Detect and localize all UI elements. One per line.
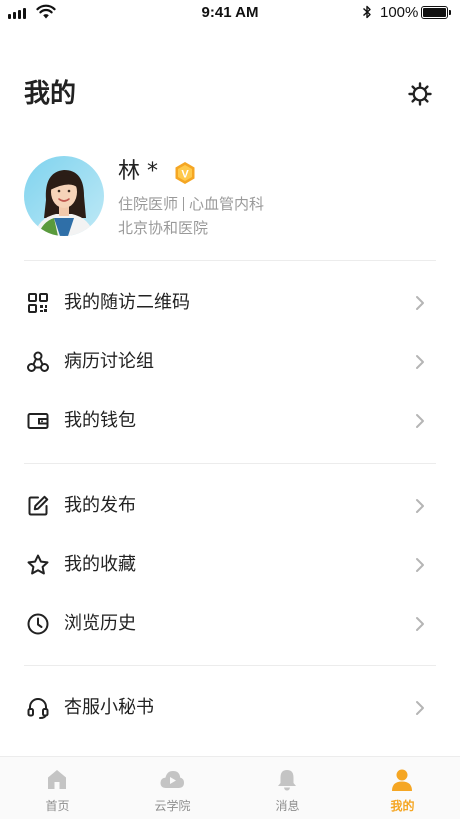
menu-item-label: 浏览历史 [64, 613, 136, 634]
page-title: 我的 [24, 79, 77, 109]
cloud-play-icon [160, 771, 184, 788]
menu-item-label: 病历讨论组 [64, 351, 154, 372]
tab-home[interactable]: 首页 [0, 757, 115, 819]
headset-icon [27, 698, 49, 719]
menu-item-label: 我的随访二维码 [64, 292, 190, 313]
qr-code-icon [28, 293, 48, 313]
gear-icon [408, 82, 432, 106]
bell-icon [278, 770, 296, 791]
tab-label: 云学院 [154, 799, 191, 813]
tab-me[interactable]: 我的 [345, 757, 460, 819]
profile-name: 林 * [118, 159, 158, 184]
profile-hospital: 北京协和医院 [118, 219, 209, 237]
avatar[interactable] [24, 156, 104, 236]
tab-label: 我的 [390, 799, 415, 813]
chevron-right-icon [416, 617, 424, 631]
chevron-right-icon [416, 355, 424, 369]
chevron-right-icon [416, 558, 424, 572]
bluetooth-icon [363, 5, 371, 19]
tab-label: 消息 [275, 799, 300, 813]
menu-item-case-discussion[interactable]: 病历讨论组 [0, 333, 460, 391]
verified-badge-icon: V [175, 162, 195, 184]
avatar-image [24, 156, 104, 236]
edit-icon [28, 495, 49, 516]
title-separator [183, 197, 185, 211]
battery-icon [421, 6, 451, 19]
department: 心血管内科 [189, 195, 265, 213]
divider [24, 260, 436, 261]
wallet-icon [27, 413, 49, 429]
battery-percent: 100% [380, 4, 419, 21]
star-icon [27, 554, 49, 575]
menu-item-history[interactable]: 浏览历史 [0, 595, 460, 653]
menu-item-label: 我的发布 [64, 495, 136, 516]
chevron-right-icon [416, 499, 424, 513]
settings-button[interactable] [406, 80, 434, 108]
menu-item-my-posts[interactable]: 我的发布 [0, 477, 460, 535]
chevron-right-icon [416, 296, 424, 310]
tab-cloud-academy[interactable]: 云学院 [115, 757, 230, 819]
status-bar: 9:41 AM 100% [0, 0, 460, 28]
svg-text:V: V [181, 169, 189, 181]
divider [24, 463, 436, 464]
tab-bar: 首页 云学院 消息 我的 [0, 756, 460, 819]
menu-item-assistant[interactable]: 杏服小秘书 [0, 679, 460, 737]
clock-icon [27, 613, 49, 635]
divider [24, 665, 436, 666]
menu-item-qr-code[interactable]: 我的随访二维码 [0, 274, 460, 332]
person-icon [392, 769, 412, 791]
menu-item-wallet[interactable]: 我的钱包 [0, 392, 460, 450]
group-network-icon [27, 351, 49, 372]
menu-item-label: 杏服小秘书 [64, 697, 154, 718]
menu-item-favorites[interactable]: 我的收藏 [0, 536, 460, 594]
profile-title: 住院医师 心血管内科 [118, 193, 264, 215]
chevron-right-icon [416, 414, 424, 428]
home-icon [48, 770, 66, 789]
doctor-title: 住院医师 [118, 195, 179, 213]
chevron-right-icon [416, 701, 424, 715]
tab-label: 首页 [45, 799, 70, 813]
tab-messages[interactable]: 消息 [230, 757, 345, 819]
menu-item-label: 我的钱包 [64, 410, 136, 431]
menu-item-label: 我的收藏 [64, 554, 136, 575]
